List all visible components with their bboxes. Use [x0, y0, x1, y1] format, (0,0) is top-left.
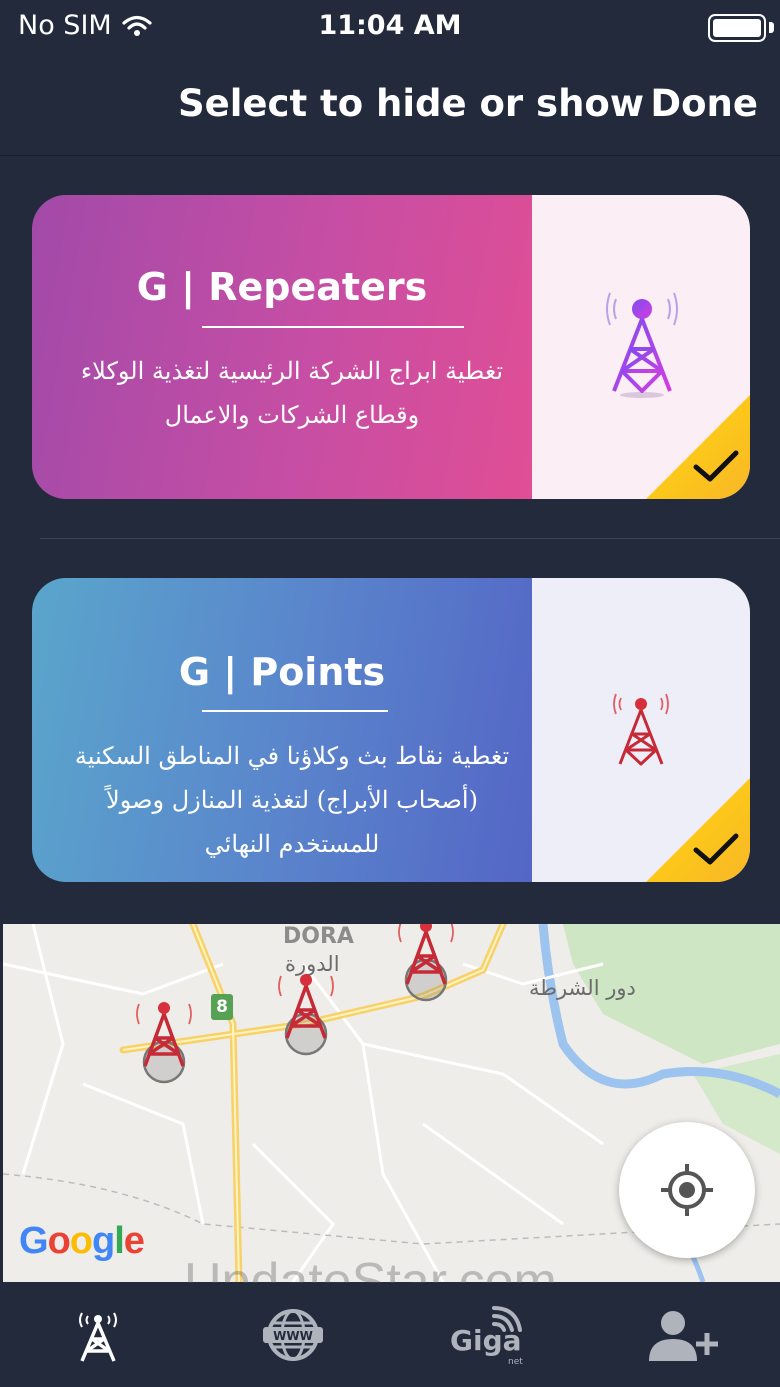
page-title: Select to hide or show	[178, 82, 645, 125]
google-logo: Google	[19, 1220, 145, 1262]
battery-icon	[708, 14, 766, 42]
tower-marker[interactable]	[271, 966, 341, 1062]
map-area-label: DORA	[283, 924, 354, 949]
crosshair-icon	[661, 1164, 713, 1216]
svg-text:net: net	[508, 1357, 523, 1367]
status-time: 11:04 AM	[318, 10, 462, 41]
tab-add-user[interactable]	[585, 1283, 780, 1387]
tab-web[interactable]: WWW	[195, 1283, 390, 1387]
points-layer-card[interactable]: G | Points تغطية نقاط بث وكلاؤنا في المن…	[32, 578, 750, 882]
globe-www-icon: WWW	[262, 1309, 323, 1361]
tab-towers[interactable]	[0, 1283, 195, 1387]
tower-icon	[606, 292, 678, 398]
card-title: G | Points	[178, 650, 386, 694]
tower-marker[interactable]	[391, 924, 461, 1008]
section-divider	[40, 538, 780, 539]
checkmark-icon	[693, 833, 739, 865]
title-underline	[202, 710, 388, 712]
tab-bar: WWW Giga net	[0, 1283, 780, 1387]
done-button[interactable]: Done	[650, 82, 758, 125]
selected-checkmark-badge	[646, 395, 750, 499]
battery-tip	[769, 22, 774, 33]
tab-giga-net[interactable]: Giga net	[390, 1283, 585, 1387]
card-info-panel: G | Repeaters تغطية ابراج الشركة الرئيسي…	[32, 195, 532, 499]
repeaters-layer-card[interactable]: G | Repeaters تغطية ابراج الشركة الرئيسي…	[32, 195, 750, 499]
giga-net-icon: Giga net	[450, 1306, 523, 1367]
road-number-badge: 8	[211, 994, 233, 1020]
tower-icon	[78, 1312, 117, 1362]
card-description: تغطية نقاط بث وكلاؤنا في المناطق السكنية…	[74, 742, 510, 858]
card-icon-panel	[532, 195, 750, 499]
card-info-panel: G | Points تغطية نقاط بث وكلاؤنا في المن…	[32, 578, 532, 882]
map-place-label: دور الشرطة	[529, 976, 636, 1000]
my-location-button[interactable]	[619, 1122, 755, 1258]
svg-text:Giga: Giga	[450, 1324, 522, 1357]
card-title: G | Repeaters	[136, 265, 428, 309]
map-view[interactable]: DORA الدورة دور الشرطة 8 Google	[3, 924, 780, 1282]
svg-text:WWW: WWW	[273, 1329, 313, 1343]
checkmark-icon	[693, 450, 739, 482]
tower-marker[interactable]	[129, 994, 199, 1090]
tower-icon	[613, 693, 669, 766]
card-icon-panel	[532, 578, 750, 882]
title-underline	[202, 326, 464, 328]
status-bar: No SIM 11:04 AM	[0, 0, 780, 54]
selected-checkmark-badge	[646, 778, 750, 882]
nav-bar: Select to hide or show Done	[0, 54, 780, 156]
add-user-icon	[648, 1311, 718, 1361]
card-description: تغطية ابراج الشركة الرئيسية لتغذية الوكل…	[80, 357, 504, 429]
